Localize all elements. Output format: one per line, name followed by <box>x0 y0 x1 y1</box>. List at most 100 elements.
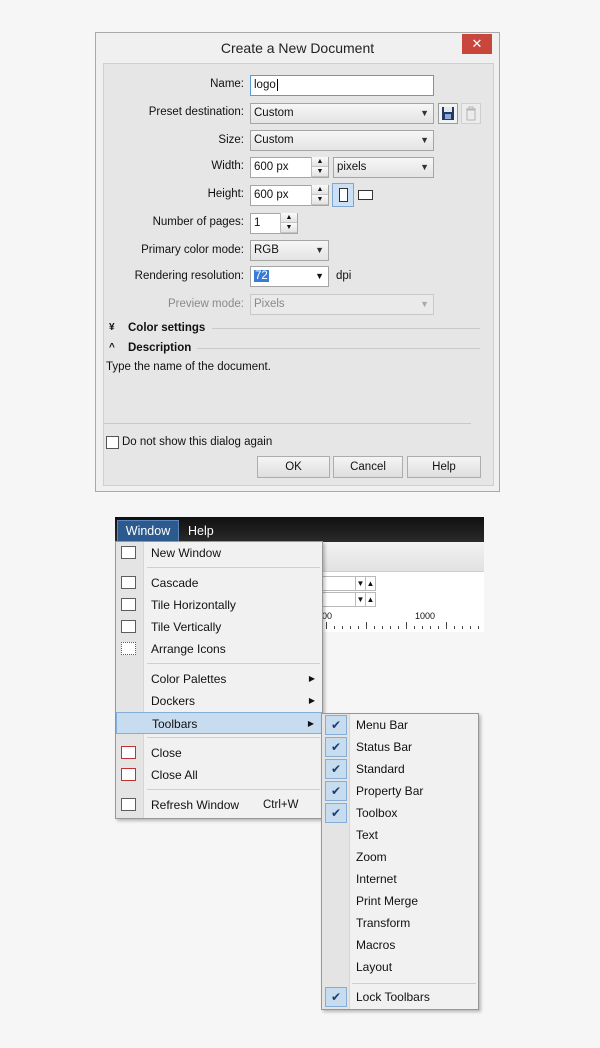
preset-select[interactable]: Custom ▼ <box>250 103 434 124</box>
submenu-item[interactable]: Macros <box>322 934 478 956</box>
description-section[interactable]: ^ Description <box>104 342 480 358</box>
ruler-tick <box>478 626 479 629</box>
color-mode-select[interactable]: RGB ▼ <box>250 240 329 261</box>
check-icon: ✔ <box>325 781 347 801</box>
ruler-tick <box>462 626 463 629</box>
resolution-input[interactable]: 72 ▼ <box>250 266 329 287</box>
close-icon[interactable]: ✕ <box>462 34 492 54</box>
collapse-icon: ^ <box>109 342 115 353</box>
pages-spinner[interactable]: ▲ ▼ <box>280 213 297 234</box>
property-spinner-1[interactable]: ▲ ▼ <box>322 576 376 591</box>
description-text: Type the name of the document. <box>106 361 271 373</box>
submenu-item[interactable]: Layout <box>322 956 478 978</box>
dont-show-checkbox[interactable] <box>106 436 119 449</box>
menu-help[interactable]: Help <box>188 520 214 542</box>
expand-icon: ¥ <box>109 322 115 333</box>
submenu-item[interactable]: Print Merge <box>322 890 478 912</box>
trash-icon <box>466 106 476 121</box>
submenu-item[interactable]: Transform <box>322 912 478 934</box>
ruler-tick <box>366 622 367 629</box>
tile-vertical-icon <box>121 620 136 633</box>
ruler-tick <box>470 626 471 629</box>
separator <box>147 737 320 738</box>
ok-button[interactable]: OK <box>257 456 330 478</box>
divider <box>104 423 471 424</box>
save-preset-button[interactable] <box>438 103 458 124</box>
size-label: Size: <box>218 134 244 146</box>
submenu-item-lock-toolbars[interactable]: ✔ Lock Toolbars <box>322 986 478 1008</box>
pages-label: Number of pages: <box>152 216 244 228</box>
chevron-down-icon: ▼ <box>420 162 429 172</box>
submenu-arrow-icon: ▶ <box>308 674 315 683</box>
menu-item-dockers[interactable]: Dockers ▶ <box>116 690 322 712</box>
property-spinner-2[interactable]: ▲ ▼ <box>322 592 376 607</box>
submenu-item[interactable]: ✔ Standard <box>322 758 478 780</box>
dialog-title: Create a New Document <box>220 40 375 56</box>
submenu-item[interactable]: ✔ Property Bar <box>322 780 478 802</box>
menu-item-arrange-icons[interactable]: Arrange Icons <box>116 638 322 660</box>
chevron-down-icon: ▼ <box>315 271 324 281</box>
landscape-button[interactable] <box>358 190 373 200</box>
pages-input[interactable]: 1 ▲ ▼ <box>250 213 298 234</box>
height-spinner[interactable]: ▲ ▼ <box>311 185 328 206</box>
ruler-label: 1000 <box>415 611 436 621</box>
refresh-icon <box>121 798 136 811</box>
ruler-tick <box>446 622 447 629</box>
color-mode-label: Primary color mode: <box>141 244 244 256</box>
menu-item-close[interactable]: Close <box>116 742 322 764</box>
ruler-tick <box>382 626 383 629</box>
units-select[interactable]: pixels ▼ <box>333 157 434 178</box>
menu-item-close-all[interactable]: Close All <box>116 764 322 786</box>
height-label: Height: <box>207 188 244 200</box>
ruler-tick <box>350 626 351 629</box>
portrait-button[interactable] <box>332 183 354 207</box>
submenu-item[interactable]: ✔ Toolbox <box>322 802 478 824</box>
cascade-icon <box>121 576 136 589</box>
chevron-down-icon: ▼ <box>420 299 429 309</box>
menu-window[interactable]: Window <box>117 520 179 542</box>
height-input[interactable]: 600 px ▲ ▼ <box>250 185 329 206</box>
name-input[interactable]: logo <box>250 75 434 96</box>
resolution-unit: dpi <box>336 270 352 282</box>
ruler-tick <box>422 626 423 629</box>
dialog-body: Name: logo Preset destination: Custom ▼ S… <box>103 63 494 486</box>
check-icon: ✔ <box>325 759 347 779</box>
separator <box>147 567 320 568</box>
submenu-item[interactable]: Internet <box>322 868 478 890</box>
check-icon: ✔ <box>325 737 347 757</box>
separator <box>147 663 320 664</box>
menu-item-refresh-window[interactable]: Refresh Window Ctrl+W <box>116 794 322 816</box>
color-settings-section[interactable]: ¥ Color settings <box>104 322 480 338</box>
menu-item-toolbars[interactable]: Toolbars ▶ <box>116 712 322 734</box>
help-button[interactable]: Help <box>407 456 481 478</box>
check-icon: ✔ <box>325 715 347 735</box>
menu-item-cascade[interactable]: Cascade <box>116 572 322 594</box>
submenu-item[interactable]: ✔ Status Bar <box>322 736 478 758</box>
close-all-icon <box>121 768 136 781</box>
portrait-icon <box>339 188 348 202</box>
preview-label: Preview mode: <box>167 298 244 310</box>
cancel-button[interactable]: Cancel <box>333 456 403 478</box>
submenu-item[interactable]: Zoom <box>322 846 478 868</box>
menu-item-new-window[interactable]: New Window <box>116 542 322 564</box>
preset-label: Preset destination: <box>148 106 244 118</box>
submenu-item[interactable]: Text <box>322 824 478 846</box>
chevron-down-icon: ▼ <box>315 245 324 255</box>
width-input[interactable]: 600 px ▲ ▼ <box>250 157 329 178</box>
width-spinner[interactable]: ▲ ▼ <box>311 157 328 178</box>
ruler-tick <box>374 626 375 629</box>
ruler-tick <box>398 626 399 629</box>
ruler-tick <box>358 626 359 629</box>
save-icon <box>442 107 454 120</box>
menu-item-color-palettes[interactable]: Color Palettes ▶ <box>116 668 322 690</box>
ruler-tick <box>334 626 335 629</box>
toolbar-strip <box>322 542 484 572</box>
size-select[interactable]: Custom ▼ <box>250 130 434 151</box>
menu-item-tile-horizontally[interactable]: Tile Horizontally <box>116 594 322 616</box>
resolution-label: Rendering resolution: <box>134 270 244 282</box>
menu-item-tile-vertically[interactable]: Tile Vertically <box>116 616 322 638</box>
ruler-tick <box>342 626 343 629</box>
ruler-tick <box>454 626 455 629</box>
submenu-item[interactable]: ✔ Menu Bar <box>322 714 478 736</box>
delete-preset-button[interactable] <box>461 103 481 124</box>
